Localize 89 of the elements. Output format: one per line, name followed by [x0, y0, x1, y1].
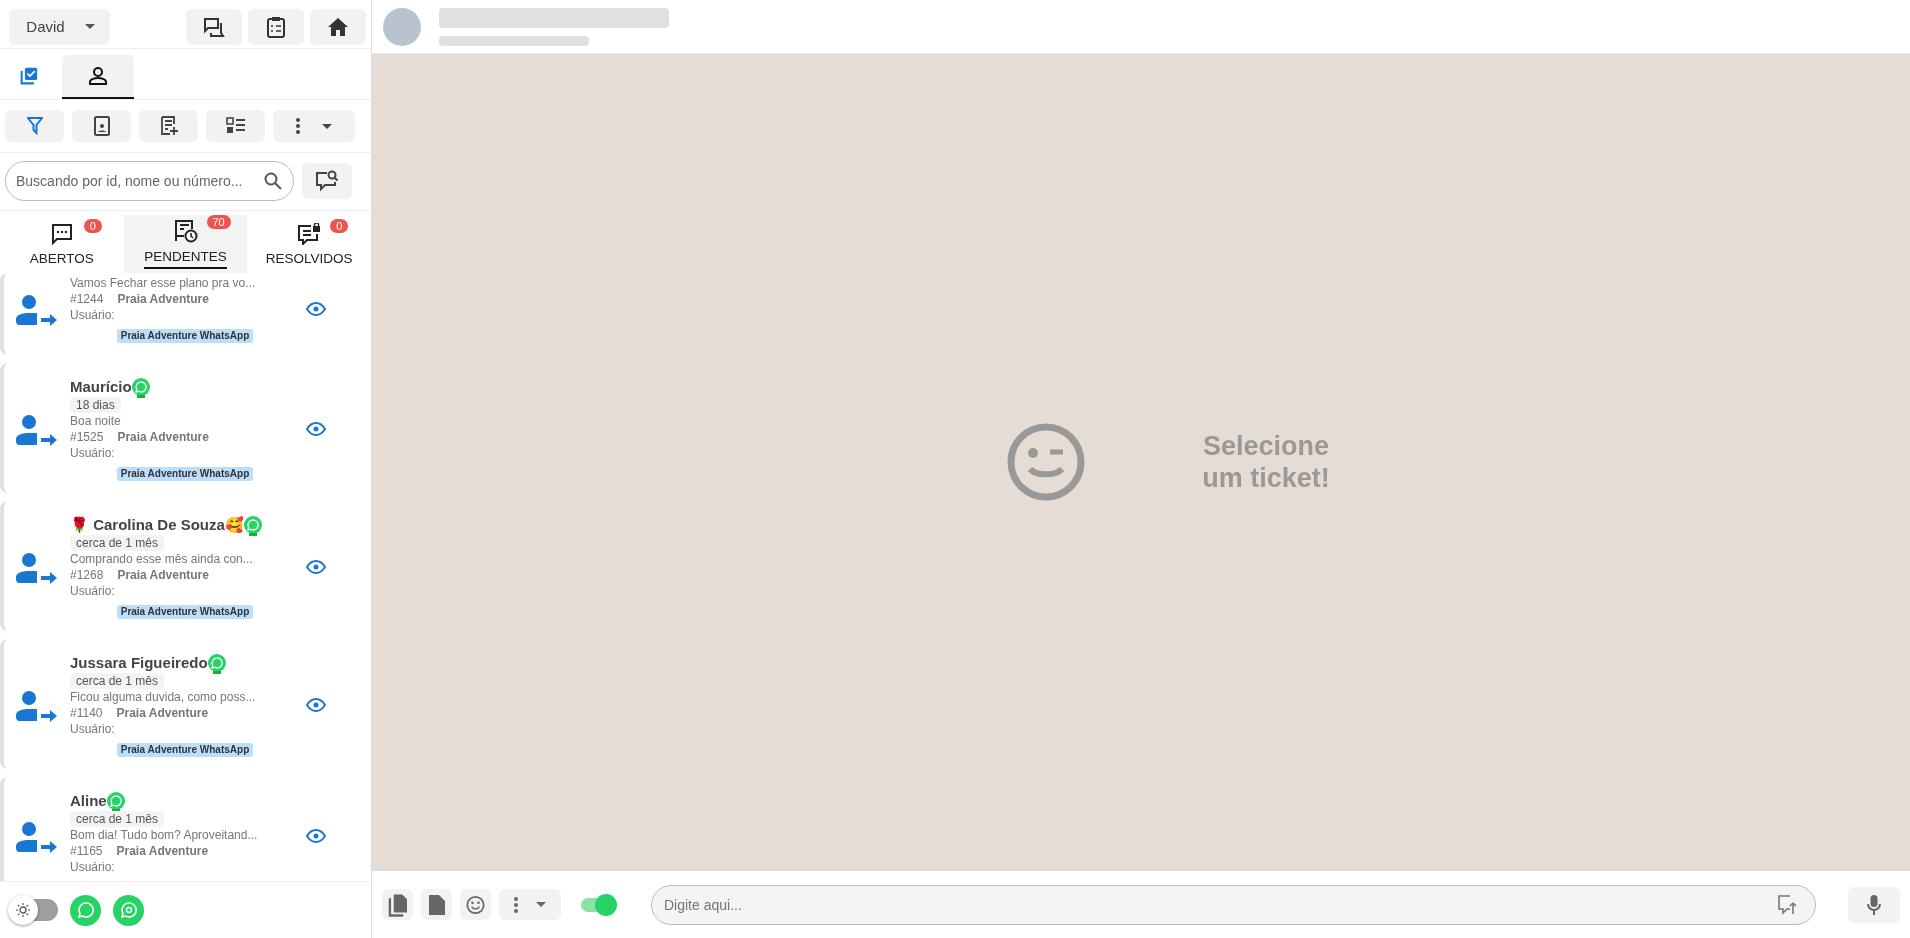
queue-name: Praia Adventure — [116, 843, 209, 859]
queue-name: Praia Adventure — [116, 705, 209, 721]
contact-name: Aline — [70, 791, 107, 811]
more-menu[interactable] — [273, 110, 355, 142]
user-label: Usuário: — [70, 445, 115, 461]
count-badge: 0 — [330, 218, 349, 233]
kebab-icon — [296, 118, 300, 134]
user-label: Usuário: — [70, 721, 115, 737]
microphone-icon[interactable] — [1848, 886, 1900, 923]
user-menu[interactable]: David — [9, 8, 110, 45]
user-label: Usuário: — [70, 307, 115, 323]
time-badge: cerca de 1 mês — [70, 535, 165, 551]
search-icon — [264, 172, 282, 190]
eye-icon[interactable] — [306, 829, 326, 843]
caret-icon — [322, 123, 332, 129]
count-badge: 0 — [83, 218, 102, 233]
filter-icon[interactable] — [5, 110, 64, 142]
last-message: Vamos Fechar esse plano pra vo... — [70, 275, 256, 291]
ticket-id: #1244 — [70, 291, 104, 307]
more-menu[interactable] — [499, 889, 561, 920]
time-badge: 18 dias — [70, 397, 121, 413]
caret-icon — [536, 902, 546, 907]
contact-name: Maurício — [70, 377, 132, 397]
documents-icon[interactable] — [382, 889, 413, 920]
person-arrow-icon — [16, 415, 58, 449]
status-tab[interactable]: 0 RESOLVIDOS — [247, 215, 371, 273]
eye-icon[interactable] — [306, 422, 326, 436]
last-message: Bom dia! Tudo bom? Aproveitand... — [70, 827, 258, 843]
whatsapp-icon — [207, 654, 226, 674]
eye-icon[interactable] — [306, 302, 326, 316]
contact-name: 🌹 Carolina De Souza🥰 — [70, 515, 244, 535]
chat-icon[interactable] — [186, 8, 242, 45]
checklist-icon — [20, 65, 38, 87]
contact-name: Jussara Figueiredo — [70, 653, 208, 673]
contact-card-icon[interactable] — [72, 110, 131, 142]
emoji-icon[interactable] — [460, 889, 491, 920]
time-badge: cerca de 1 mês — [70, 811, 165, 827]
empty-state-message: Selecione um ticket! — [1201, 430, 1331, 494]
clipboard-icon[interactable] — [248, 8, 304, 45]
ticket-card[interactable]: Jussara Figueiredo cerca de 1 mês Ficou alguma duvida, como poss... #1140 Praia Adventure Usuário: Praia Adventure WhatsApp — [0, 639, 371, 769]
caret-icon — [84, 24, 95, 29]
connection-tag: Praia Adventure WhatsApp — [116, 467, 254, 481]
user-label: Usuário: — [70, 583, 115, 599]
user-label: Usuário: — [70, 859, 115, 875]
message-icon — [50, 222, 73, 245]
gear-bubble-icon — [120, 902, 137, 918]
ticket-id: #1268 — [70, 567, 104, 583]
ticket-id: #1165 — [70, 843, 103, 859]
person-arrow-icon — [16, 691, 58, 725]
person-arrow-icon — [16, 295, 58, 329]
message-field[interactable]: Digite aqui... — [651, 884, 1816, 925]
whatsapp-icon — [243, 516, 262, 536]
last-message: Boa noite — [70, 413, 121, 429]
person-arrow-icon — [16, 822, 58, 856]
wink-face-icon — [1006, 422, 1086, 502]
clock-message-icon — [173, 219, 198, 243]
ticket-id: #1140 — [70, 705, 103, 721]
locked-message-icon — [297, 222, 322, 245]
last-message: Comprando esse mês ainda con... — [70, 551, 253, 567]
whatsapp-icon — [131, 378, 150, 398]
status-tab[interactable]: 70 PENDENTES — [123, 215, 248, 273]
file-icon[interactable] — [421, 889, 452, 920]
message-search-icon[interactable] — [302, 163, 352, 199]
eye-icon[interactable] — [306, 560, 326, 574]
queue-name: Praia Adventure — [117, 291, 209, 307]
add-note-icon[interactable] — [139, 110, 198, 142]
search-field[interactable]: Buscando por id, nome ou número... — [5, 161, 294, 201]
count-badge: 70 — [206, 215, 231, 229]
ticket-id: #1525 — [70, 429, 104, 445]
avatar-placeholder — [383, 7, 421, 46]
person-arrow-icon — [16, 553, 58, 587]
chat-bubble-icon — [77, 902, 94, 918]
ticket-card[interactable]: 🌹 Carolina De Souza🥰 cerca de 1 mês Comprando esse mês ainda con... #1268 Praia Adventure Usuário: Praia Adventure WhatsApp — [0, 501, 371, 631]
home-icon[interactable] — [310, 8, 366, 45]
queue-name: Praia Adventure — [117, 567, 209, 583]
person-tab[interactable] — [62, 55, 134, 99]
last-message: Ficou alguma duvida, como poss... — [70, 689, 256, 705]
person-icon — [88, 66, 108, 86]
kebab-icon — [514, 896, 518, 913]
connection-tag: Praia Adventure WhatsApp — [116, 743, 254, 757]
sun-icon — [16, 903, 30, 917]
queue-name: Praia Adventure — [117, 429, 209, 445]
status-tab[interactable]: 0 ABERTOS — [0, 215, 124, 273]
connection-tag: Praia Adventure WhatsApp — [116, 329, 254, 343]
time-badge: cerca de 1 mês — [70, 673, 165, 689]
checklist-icon[interactable] — [206, 110, 265, 142]
connection-tag: Praia Adventure WhatsApp — [116, 605, 254, 619]
whatsapp-icon — [106, 792, 125, 812]
eye-icon[interactable] — [306, 698, 326, 712]
